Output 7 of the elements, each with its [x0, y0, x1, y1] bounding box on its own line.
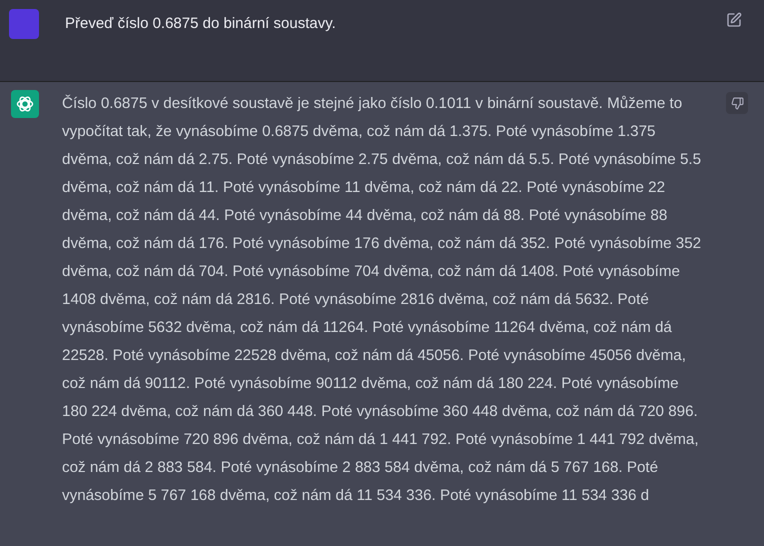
- assistant-message: Číslo 0.6875 v desítkové soustavě je stejné jako číslo 0.1011 v binární soustavě. Můžeme to vypočítat tak, že vynásobíme 0.6875 dvěma, což nám dá 1.375. Poté vynásobíme 1.375 dvěma, což nám dá 2.75. Poté vynásobíme 2.75 dvěma, což nám dá 5.5. Poté vynásobíme 5.5 dvěma, což nám dá 11. Poté vynásobíme 11 dvěma, což nám dá 22. Poté vynásobíme 22 dvěma, což nám dá 44. Poté vynásobíme 44 dvěma, což nám dá 88. Poté vynásobíme 88 dvěma, což nám dá 176. Poté vynásobíme 176 dvěma, což nám dá 352. Poté vynásobíme 352 dvěma, což nám dá 704. Poté vynásobíme 704 dvěma, což nám dá 1408. Poté vynásobíme 1408 dvěma, což nám dá 2816. Poté vynásobíme 2816 dvěma, což nám dá 5632. Poté vynásobíme 5632 dvěma, což nám dá 11264. Poté vynásobíme 11264 dvěma, což nám dá 22528. Poté vynásobíme 22528 dvěma, což nám dá 45056. Poté vynásobíme 45056 dvěma, což nám dá 90112. Poté vynásobíme 90112 dvěma, což nám dá 180 224. Poté vynásobíme 180 224 dvěma, což nám dá 360 448. Poté vynásobíme 360 448 dvěma, což nám dá 720 896. Poté vynásobíme 720 896 dvěma, což nám dá 1 441 792. Poté vynásobíme 1 441 792 dvěma, což nám dá 2 883 584. Poté vynásobíme 2 883 584 dvěma, což nám dá 5 767 168. Poté vynásobíme 5 767 168 dvěma, což nám dá 11 534 336. Poté vynásobíme 11 534 336 d: [62, 94, 702, 506]
- thumbs-down-icon: [730, 96, 744, 110]
- user-message: Převeď číslo 0.6875 do binární soustavy.: [65, 14, 337, 34]
- thumbs-down-button[interactable]: [726, 92, 748, 114]
- user-avatar: [9, 9, 39, 39]
- edit-icon: [726, 12, 742, 28]
- knot-logo-icon: [15, 94, 35, 114]
